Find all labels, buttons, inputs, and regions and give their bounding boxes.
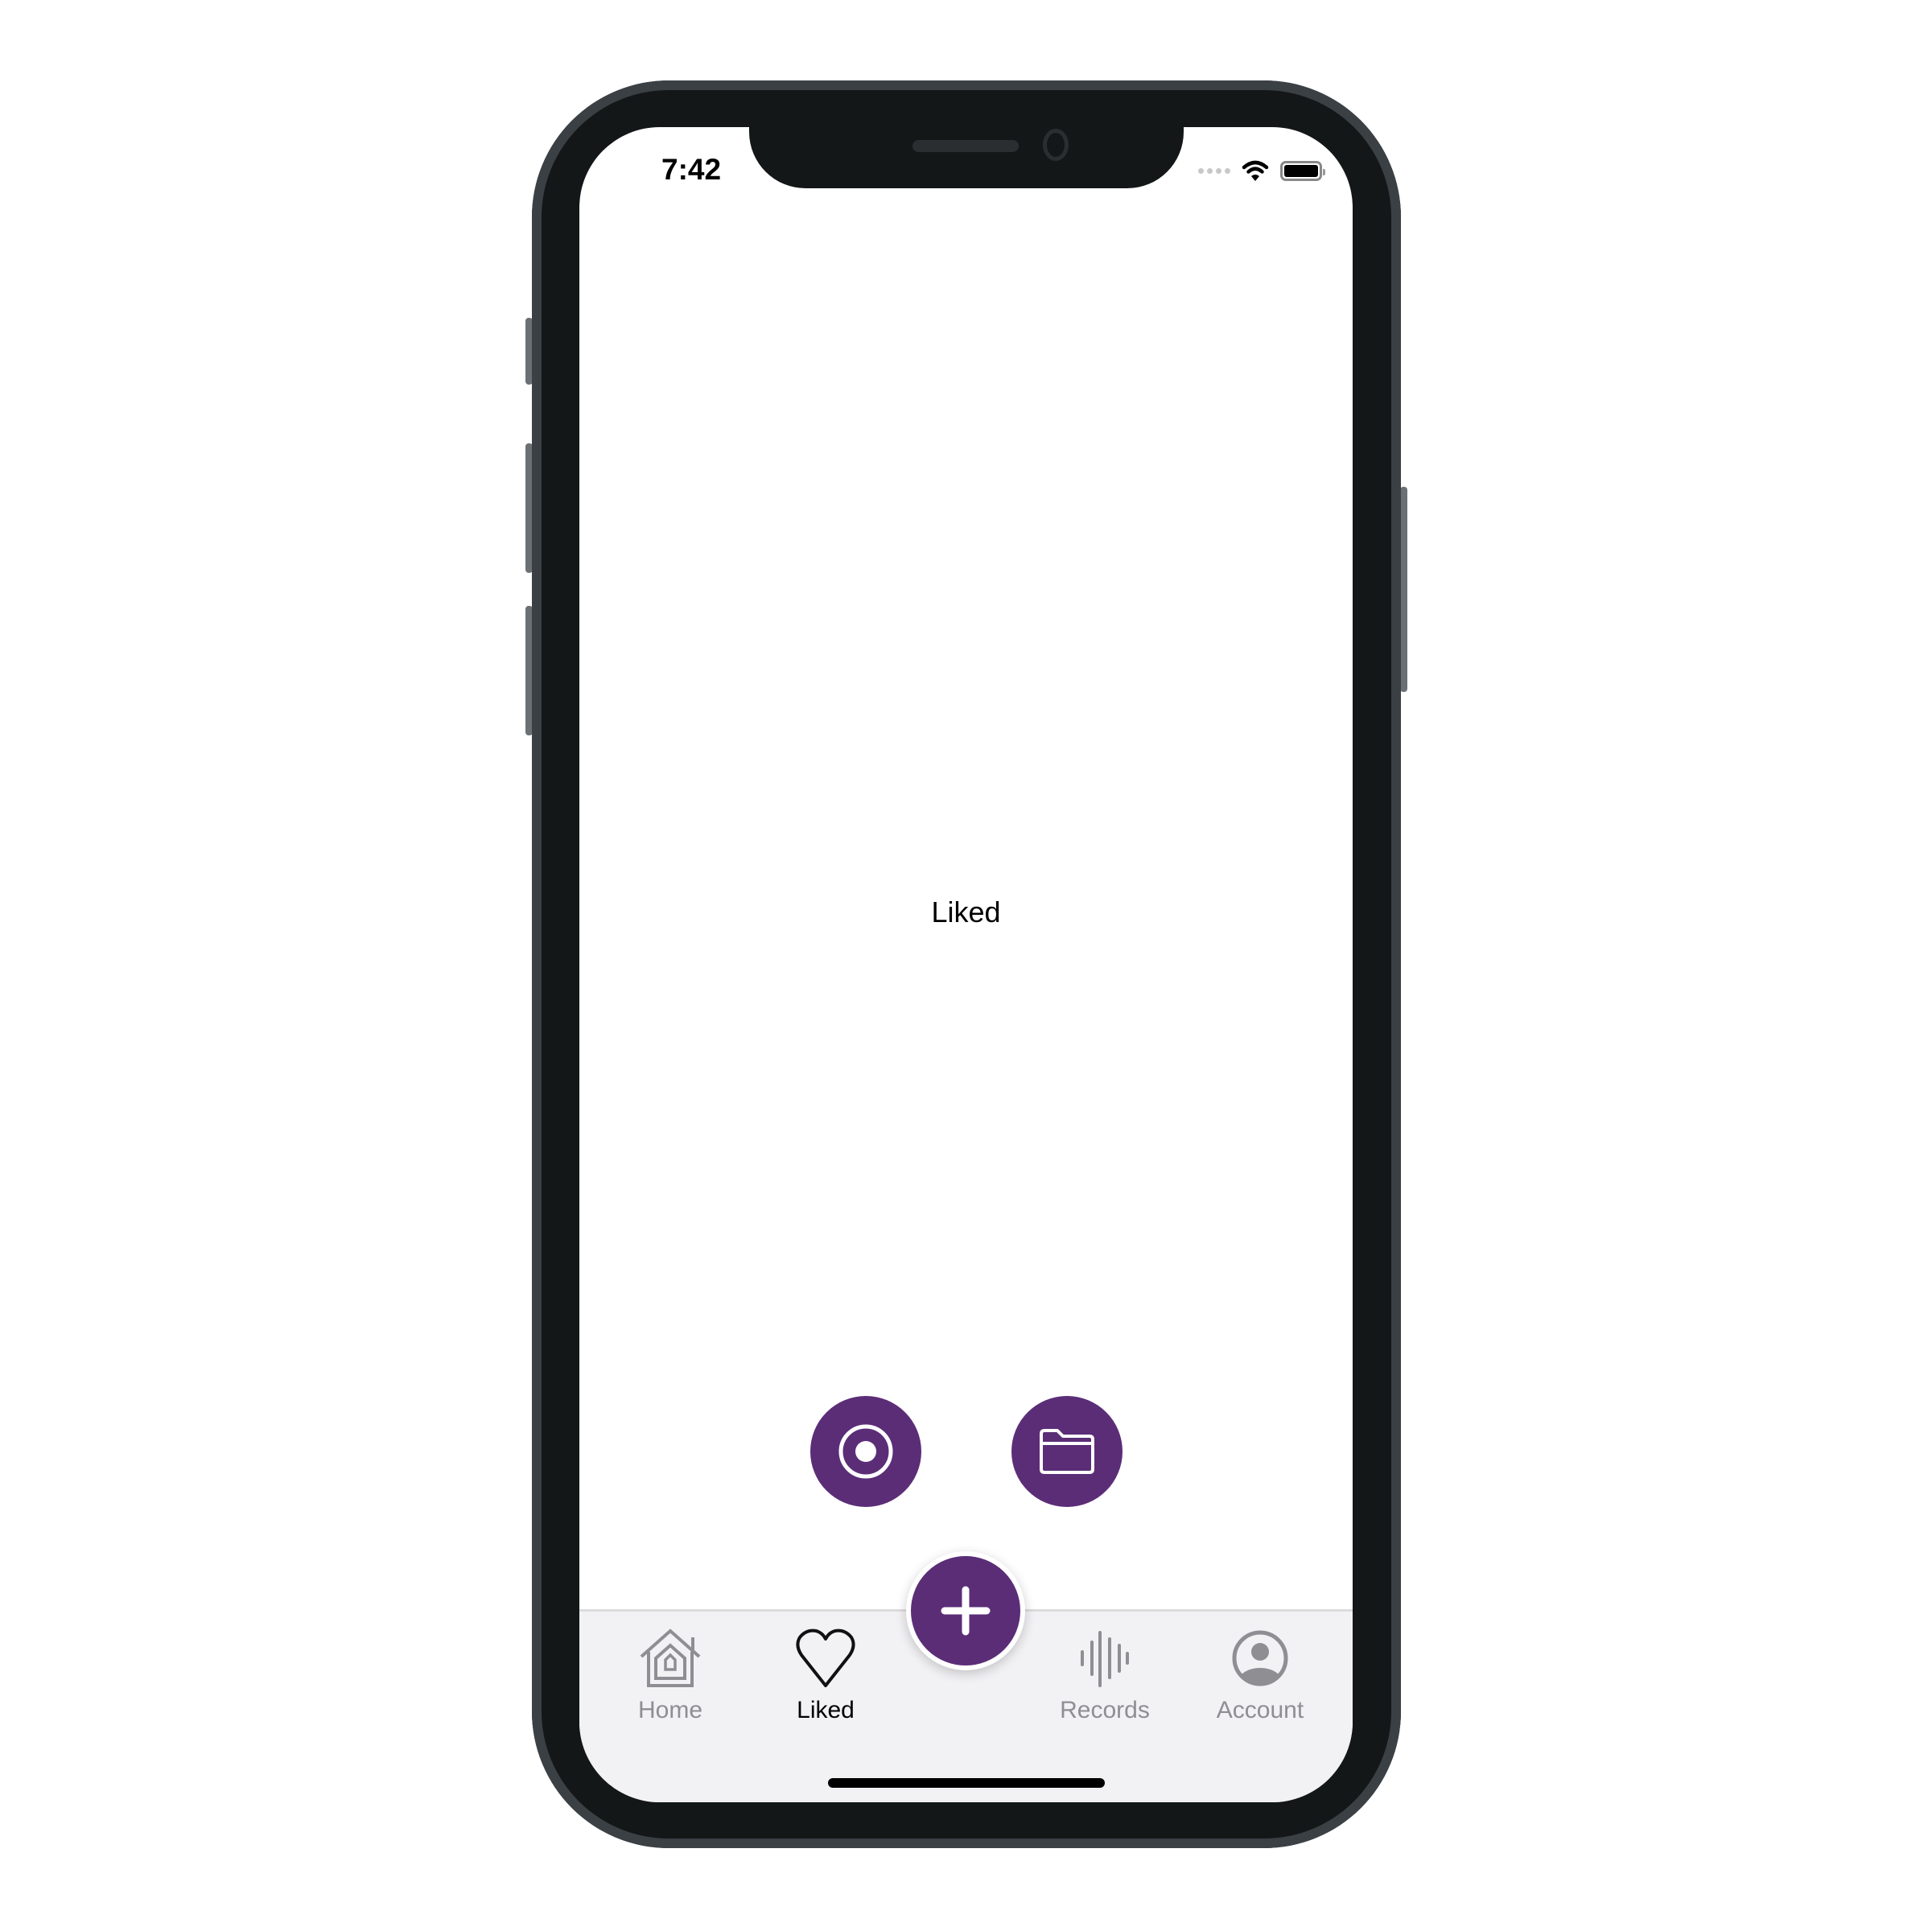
battery-icon (1280, 160, 1325, 181)
record-button[interactable] (810, 1396, 921, 1507)
tab-home[interactable]: Home (598, 1628, 743, 1724)
screen: 7:42 Liked Home Liked Records Account (579, 127, 1353, 1802)
tab-label: Records (1060, 1697, 1150, 1723)
home-icon (640, 1628, 701, 1687)
waveform-icon (1081, 1631, 1129, 1687)
home-indicator[interactable] (828, 1778, 1105, 1788)
tab-label: Account (1216, 1697, 1304, 1723)
record-icon (838, 1424, 893, 1479)
tab-liked[interactable]: Liked (753, 1628, 898, 1724)
status-time: 7:42 (661, 153, 722, 186)
account-icon (1232, 1630, 1288, 1686)
folder-icon (1040, 1429, 1094, 1474)
wifi-icon (1242, 160, 1269, 181)
add-button[interactable] (906, 1551, 1025, 1670)
page-title: Liked (931, 896, 1001, 928)
status-icons (1198, 159, 1325, 182)
plus-icon (941, 1586, 991, 1636)
tab-label: Liked (797, 1697, 855, 1723)
heart-icon (796, 1628, 855, 1687)
power-button[interactable] (1400, 487, 1407, 692)
folder-button[interactable] (1011, 1396, 1123, 1507)
notch (749, 127, 1184, 188)
tab-label: Home (637, 1697, 703, 1723)
tab-records[interactable]: Records (1032, 1628, 1177, 1724)
tab-account[interactable]: Account (1188, 1628, 1333, 1724)
camera (1043, 129, 1069, 161)
speaker (912, 140, 1019, 152)
signal-icon (1198, 167, 1230, 174)
